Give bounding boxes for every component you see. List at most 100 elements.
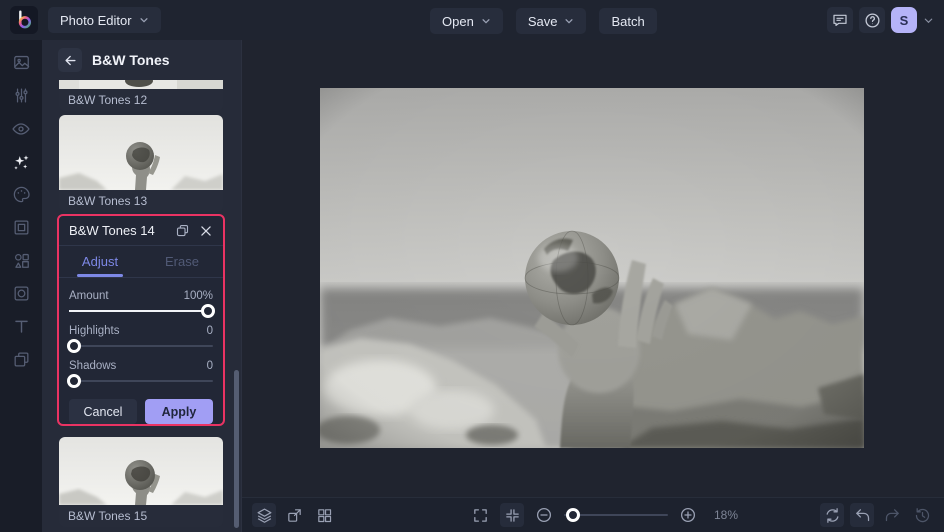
export-icon bbox=[287, 508, 301, 522]
history-icon bbox=[915, 507, 929, 522]
apply-button[interactable]: Apply bbox=[145, 399, 213, 424]
frame-icon bbox=[14, 220, 28, 235]
effect-label: B&W Tones 12 bbox=[59, 89, 223, 111]
rotate-reset-icon bbox=[826, 507, 838, 523]
sidebar-item-effects[interactable] bbox=[0, 145, 42, 178]
sidebar-item-adjust[interactable] bbox=[0, 79, 42, 112]
close-icon bbox=[201, 225, 211, 236]
zoom-level: 18% bbox=[714, 508, 739, 522]
zoom-out-icon bbox=[536, 507, 552, 523]
effect-thumbnail bbox=[59, 115, 223, 190]
zoom-slider-thumb[interactable] bbox=[566, 508, 580, 522]
sidebar-item-edit[interactable] bbox=[0, 46, 42, 79]
file-actions: Open Save Batch bbox=[430, 8, 657, 34]
topbar: Photo Editor Open Save Batch S bbox=[0, 0, 944, 40]
bottombar-left bbox=[252, 503, 336, 527]
effect-thumbnail bbox=[59, 437, 223, 505]
fullscreen-button[interactable] bbox=[468, 503, 492, 527]
amount-label: Amount bbox=[69, 290, 109, 302]
back-button[interactable] bbox=[58, 48, 82, 72]
app-title: Photo Editor bbox=[60, 12, 132, 28]
open-button[interactable]: Open bbox=[430, 8, 503, 34]
tab-erase[interactable]: Erase bbox=[141, 246, 223, 277]
highlights-value: 0 bbox=[206, 325, 213, 337]
sparkles-icon bbox=[14, 154, 29, 169]
fit-to-screen-button[interactable] bbox=[500, 503, 524, 527]
sidebar-item-artsy[interactable] bbox=[0, 178, 42, 211]
chevron-down-icon bbox=[482, 19, 490, 24]
effect-label: B&W Tones 15 bbox=[59, 505, 223, 527]
sidebar-item-graphics[interactable] bbox=[0, 244, 42, 277]
image-icon bbox=[13, 55, 29, 70]
avatar[interactable]: S bbox=[891, 7, 917, 33]
effect-thumbnail bbox=[59, 80, 223, 89]
redo-button[interactable] bbox=[880, 503, 904, 527]
effect-card-tabs: Adjust Erase bbox=[59, 246, 223, 278]
slider-track bbox=[69, 380, 213, 382]
sidebar-item-frames[interactable] bbox=[0, 211, 42, 244]
slider-fill bbox=[69, 310, 213, 312]
amount-slider[interactable] bbox=[69, 303, 215, 319]
sidebar-item-layers[interactable] bbox=[0, 343, 42, 376]
sidebar-item-overlays[interactable] bbox=[0, 277, 42, 310]
effect-card-buttons: Cancel Apply bbox=[69, 399, 213, 424]
layers-icon bbox=[257, 508, 271, 523]
chevron-down-icon[interactable] bbox=[923, 15, 934, 26]
effect-item-bw-tones-13[interactable]: B&W Tones 13 bbox=[59, 115, 223, 212]
help-button[interactable] bbox=[859, 7, 885, 33]
export-button[interactable] bbox=[282, 503, 306, 527]
feedback-comment-icon bbox=[833, 14, 847, 26]
effects-panel: B&W Tones B&W Tones 12 B&W Tones 13 B&W … bbox=[42, 40, 242, 532]
palette-icon bbox=[13, 186, 30, 203]
open-label: Open bbox=[442, 13, 474, 29]
sidebar-rail bbox=[0, 40, 42, 532]
feedback-button[interactable] bbox=[827, 7, 853, 33]
arrow-left-icon bbox=[64, 55, 76, 65]
effect-card-title: B&W Tones 14 bbox=[69, 223, 155, 238]
effect-item-bw-tones-15[interactable]: B&W Tones 15 bbox=[59, 437, 223, 527]
layers-manager-button[interactable] bbox=[252, 503, 276, 527]
app-menu-button[interactable]: Photo Editor bbox=[48, 7, 161, 33]
highlights-row: Highlights 0 bbox=[69, 325, 213, 337]
amount-value: 100% bbox=[183, 290, 213, 302]
help-icon bbox=[864, 12, 880, 28]
effect-item-bw-tones-12[interactable]: B&W Tones 12 bbox=[59, 80, 223, 111]
sliders-icon bbox=[14, 88, 28, 103]
highlights-slider[interactable] bbox=[67, 338, 213, 354]
panel-scrollbar[interactable] bbox=[234, 370, 239, 528]
zoom-slider[interactable] bbox=[564, 507, 668, 523]
history-button[interactable] bbox=[910, 503, 934, 527]
grid-view-button[interactable] bbox=[312, 503, 336, 527]
close-button[interactable] bbox=[199, 224, 213, 238]
cancel-button[interactable]: Cancel bbox=[69, 399, 137, 424]
effect-card-header: B&W Tones 14 bbox=[59, 216, 223, 246]
save-button[interactable]: Save bbox=[515, 8, 587, 34]
shadows-value: 0 bbox=[206, 360, 213, 372]
canvas-area bbox=[242, 40, 944, 497]
text-icon bbox=[14, 320, 28, 333]
fit-screen-icon bbox=[505, 508, 519, 522]
slider-thumb[interactable] bbox=[201, 304, 215, 318]
sidebar-item-touchup[interactable] bbox=[0, 112, 42, 145]
duplicate-button[interactable] bbox=[175, 223, 190, 238]
zoom-out-button[interactable] bbox=[532, 503, 556, 527]
slider-track bbox=[69, 345, 213, 347]
zoom-in-button[interactable] bbox=[676, 503, 700, 527]
batch-button[interactable]: Batch bbox=[599, 8, 657, 34]
photo-hand-holding-globe[interactable] bbox=[320, 88, 864, 448]
shadows-slider[interactable] bbox=[67, 373, 213, 389]
panel-title: B&W Tones bbox=[92, 52, 170, 68]
befunky-logo[interactable] bbox=[10, 6, 38, 34]
save-label: Save bbox=[527, 13, 558, 29]
tab-adjust[interactable]: Adjust bbox=[59, 246, 141, 277]
undo-button[interactable] bbox=[850, 503, 874, 527]
overlay-icon bbox=[14, 286, 28, 301]
highlights-label: Highlights bbox=[69, 325, 120, 337]
slider-thumb[interactable] bbox=[67, 374, 81, 388]
tab-erase-label: Erase bbox=[165, 254, 199, 269]
rotate-reset-button[interactable] bbox=[820, 503, 844, 527]
shapes-icon bbox=[14, 253, 29, 268]
zoom-in-icon bbox=[680, 507, 696, 523]
slider-thumb[interactable] bbox=[67, 339, 81, 353]
sidebar-item-text[interactable] bbox=[0, 310, 42, 343]
